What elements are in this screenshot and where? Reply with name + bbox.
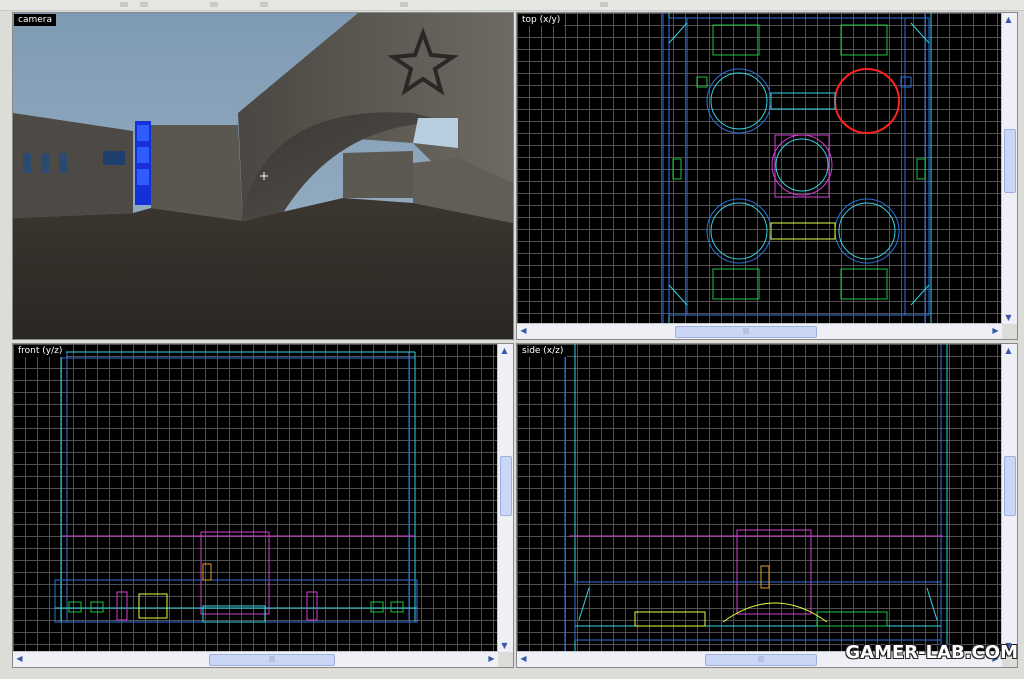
horizontal-scrollbar[interactable]: ◀ ||| ▶ [517, 323, 1002, 339]
vertical-scrollbar[interactable]: ▲ ▼ [1001, 13, 1017, 324]
toolbar-button[interactable] [140, 2, 148, 7]
viewport-label: top (x/y) [518, 14, 565, 26]
toolbar-button[interactable] [260, 2, 268, 7]
side-map-geometry[interactable] [517, 344, 1002, 652]
scroll-left-arrow-icon[interactable]: ◀ [13, 652, 26, 665]
toolbar-button[interactable] [400, 2, 408, 7]
scroll-left-arrow-icon[interactable]: ◀ [517, 652, 530, 665]
scroll-corner [498, 652, 513, 667]
front-viewport[interactable]: front (y/z) ▲ ▼ ◀ ||| ▶ [12, 343, 514, 668]
watermark-logo: GAMER-LAB.COM [845, 642, 1018, 663]
vertical-scrollbar[interactable]: ▲ ▼ [497, 344, 513, 652]
toolbar-button[interactable] [210, 2, 218, 7]
scroll-thumb[interactable]: ||| [705, 654, 817, 666]
scroll-right-arrow-icon[interactable]: ▶ [485, 652, 498, 665]
scroll-thumb[interactable]: ||| [675, 326, 817, 338]
top-viewport[interactable]: top (x/y) ▲ ▼ ◀ ||| ▶ [516, 12, 1018, 340]
scroll-thumb[interactable] [1004, 129, 1016, 193]
toolbar-button[interactable] [600, 2, 608, 7]
scroll-down-arrow-icon[interactable]: ▼ [498, 639, 511, 652]
camera-viewport[interactable]: camera [12, 12, 514, 340]
side-viewport[interactable]: side (x/z) ▲ ▼ ◀ ||| ▶ [516, 343, 1018, 668]
scroll-right-arrow-icon[interactable]: ▶ [989, 324, 1002, 337]
viewport-label: camera [14, 14, 56, 26]
scroll-left-arrow-icon[interactable]: ◀ [517, 324, 530, 337]
scroll-thumb[interactable] [1004, 456, 1016, 516]
toolbar-strip [0, 0, 1024, 11]
scroll-down-arrow-icon[interactable]: ▼ [1002, 311, 1015, 324]
scroll-corner [1002, 324, 1017, 339]
viewport-label: front (y/z) [14, 345, 67, 357]
status-bar [0, 671, 1024, 679]
front-map-geometry[interactable] [13, 344, 498, 652]
toolbar-button[interactable] [120, 2, 128, 7]
vertical-scrollbar[interactable]: ▲ ▼ [1001, 344, 1017, 652]
scroll-up-arrow-icon[interactable]: ▲ [1002, 344, 1015, 357]
scroll-thumb[interactable] [500, 456, 512, 516]
scroll-up-arrow-icon[interactable]: ▲ [498, 344, 511, 357]
scroll-up-arrow-icon[interactable]: ▲ [1002, 13, 1015, 26]
scroll-thumb[interactable]: ||| [209, 654, 335, 666]
viewport-label: side (x/z) [518, 345, 568, 357]
camera-3d-render[interactable] [13, 13, 513, 339]
horizontal-scrollbar[interactable]: ◀ ||| ▶ [13, 651, 498, 667]
top-map-geometry[interactable] [517, 13, 1002, 324]
